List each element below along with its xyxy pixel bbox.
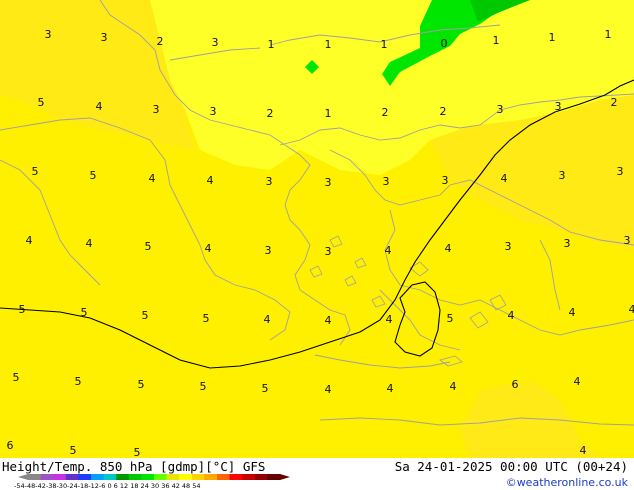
temperature-label: 4 xyxy=(574,375,581,388)
temperature-label: 4 xyxy=(501,172,508,185)
temperature-label: 4 xyxy=(207,174,214,187)
valid-time: Sa 24-01-2025 00:00 UTC (00+24) xyxy=(394,459,628,474)
temperature-label: 5 xyxy=(13,371,20,384)
temperature-label: 5 xyxy=(70,444,77,457)
color-scale-segment xyxy=(254,474,268,480)
temperature-label: 6 xyxy=(512,378,519,391)
temperature-label: 1 xyxy=(493,34,500,47)
color-scale-ticks: -54-48-42-38-30-24-18-12-6 0 6 12 18 24 … xyxy=(14,482,201,490)
temperature-label: 4 xyxy=(445,242,452,255)
temperature-label: 4 xyxy=(205,242,212,255)
temperature-label: 3 xyxy=(442,174,449,187)
temperature-label: 3 xyxy=(266,175,273,188)
color-scale-arrow-right xyxy=(280,474,290,480)
temperature-label: 1 xyxy=(268,38,275,51)
temperature-label: 4 xyxy=(86,237,93,250)
credit-link[interactable]: ©weatheronline.co.uk xyxy=(506,476,628,489)
temperature-label: 4 xyxy=(569,306,576,319)
temperature-label: 5 xyxy=(81,306,88,319)
weather-map: 3 3 2 3 1 1 1 0 1 1 1 5 4 3 3 2 1 2 2 3 3 2 5 5 4 4 3 3 3 3 4 3 3 4 4 5 4 3 3 4… xyxy=(0,0,634,458)
temperature-label: 3 xyxy=(555,100,562,113)
temperature-label: 2 xyxy=(611,96,618,109)
temperature-label: 4 xyxy=(387,382,394,395)
temperature-label: 4 xyxy=(580,444,587,457)
temperature-label: 3 xyxy=(325,245,332,258)
temperature-label: 5 xyxy=(38,96,45,109)
temperature-label: 3 xyxy=(617,165,624,178)
color-scale-segment xyxy=(242,474,256,480)
temperature-label: 4 xyxy=(386,313,393,326)
color-scale-segment xyxy=(204,474,218,480)
temperature-label: 4 xyxy=(264,313,271,326)
temperature-label: 3 xyxy=(45,28,52,41)
temperature-label: 3 xyxy=(153,103,160,116)
color-scale-segment xyxy=(154,474,168,480)
color-scale-segment xyxy=(53,474,67,480)
color-scale-segment xyxy=(166,474,180,480)
color-scale-segment xyxy=(217,474,231,480)
temperature-label: 4 xyxy=(26,234,33,247)
temperature-label: 4 xyxy=(325,314,332,327)
temperature-label: 3 xyxy=(564,237,571,250)
temperature-label: 3 xyxy=(497,103,504,116)
temperature-label: 5 xyxy=(90,169,97,182)
temperature-label: 5 xyxy=(262,382,269,395)
temperature-label: 2 xyxy=(267,107,274,120)
temperature-label: 4 xyxy=(149,172,156,185)
temperature-label: 5 xyxy=(19,303,26,316)
color-scale-segment xyxy=(78,474,92,480)
temperature-label: 3 xyxy=(383,175,390,188)
temperature-label: 5 xyxy=(200,380,207,393)
color-scale-segment xyxy=(179,474,193,480)
temperature-label: 3 xyxy=(505,240,512,253)
color-scale-segment xyxy=(40,474,54,480)
temperature-label: 5 xyxy=(203,312,210,325)
temperature-label: 6 xyxy=(7,439,14,452)
temperature-label: 0 xyxy=(441,37,448,50)
temperature-label: 3 xyxy=(265,244,272,257)
temperature-label: 2 xyxy=(382,106,389,119)
color-scale-segment xyxy=(128,474,142,480)
color-scale-segment xyxy=(267,474,281,480)
temperature-label: 4 xyxy=(629,303,634,316)
temperature-label: 5 xyxy=(145,240,152,253)
color-scale-segment xyxy=(229,474,243,480)
temperature-label: 4 xyxy=(508,309,515,322)
temperature-label: 3 xyxy=(325,176,332,189)
temperature-label: 3 xyxy=(624,234,631,247)
temperature-label: 4 xyxy=(385,244,392,257)
map-footer: Height/Temp. 850 hPa [gdmp][°C] GFS Sa 2… xyxy=(0,458,634,490)
temperature-label: 5 xyxy=(138,378,145,391)
temperature-label: 4 xyxy=(450,380,457,393)
color-scale-segment xyxy=(103,474,117,480)
temperature-label: 1 xyxy=(381,38,388,51)
temperature-label: 5 xyxy=(75,375,82,388)
temperature-label: 2 xyxy=(440,105,447,118)
color-scale-segment xyxy=(65,474,79,480)
color-scale-segment xyxy=(116,474,130,480)
temperature-label: 3 xyxy=(559,169,566,182)
color-scale-arrow-left xyxy=(18,474,28,480)
temperature-label: 1 xyxy=(549,31,556,44)
color-scale-segment xyxy=(28,474,42,480)
temperature-label: 4 xyxy=(96,100,103,113)
temperature-label: 1 xyxy=(605,28,612,41)
temperature-label: 1 xyxy=(325,107,332,120)
temperature-label: 3 xyxy=(212,36,219,49)
temperature-label: 5 xyxy=(134,446,141,458)
color-scale-bar xyxy=(18,474,290,480)
temperature-label: 5 xyxy=(142,309,149,322)
temperature-label: 1 xyxy=(325,38,332,51)
temperature-label: 3 xyxy=(210,105,217,118)
color-scale-segment xyxy=(141,474,155,480)
temperature-label: 2 xyxy=(157,35,164,48)
temperature-label: 5 xyxy=(447,312,454,325)
temperature-label: 4 xyxy=(325,383,332,396)
color-scale-segment xyxy=(91,474,105,480)
temperature-label: 5 xyxy=(32,165,39,178)
color-scale-segment xyxy=(191,474,205,480)
temperature-label: 3 xyxy=(101,31,108,44)
